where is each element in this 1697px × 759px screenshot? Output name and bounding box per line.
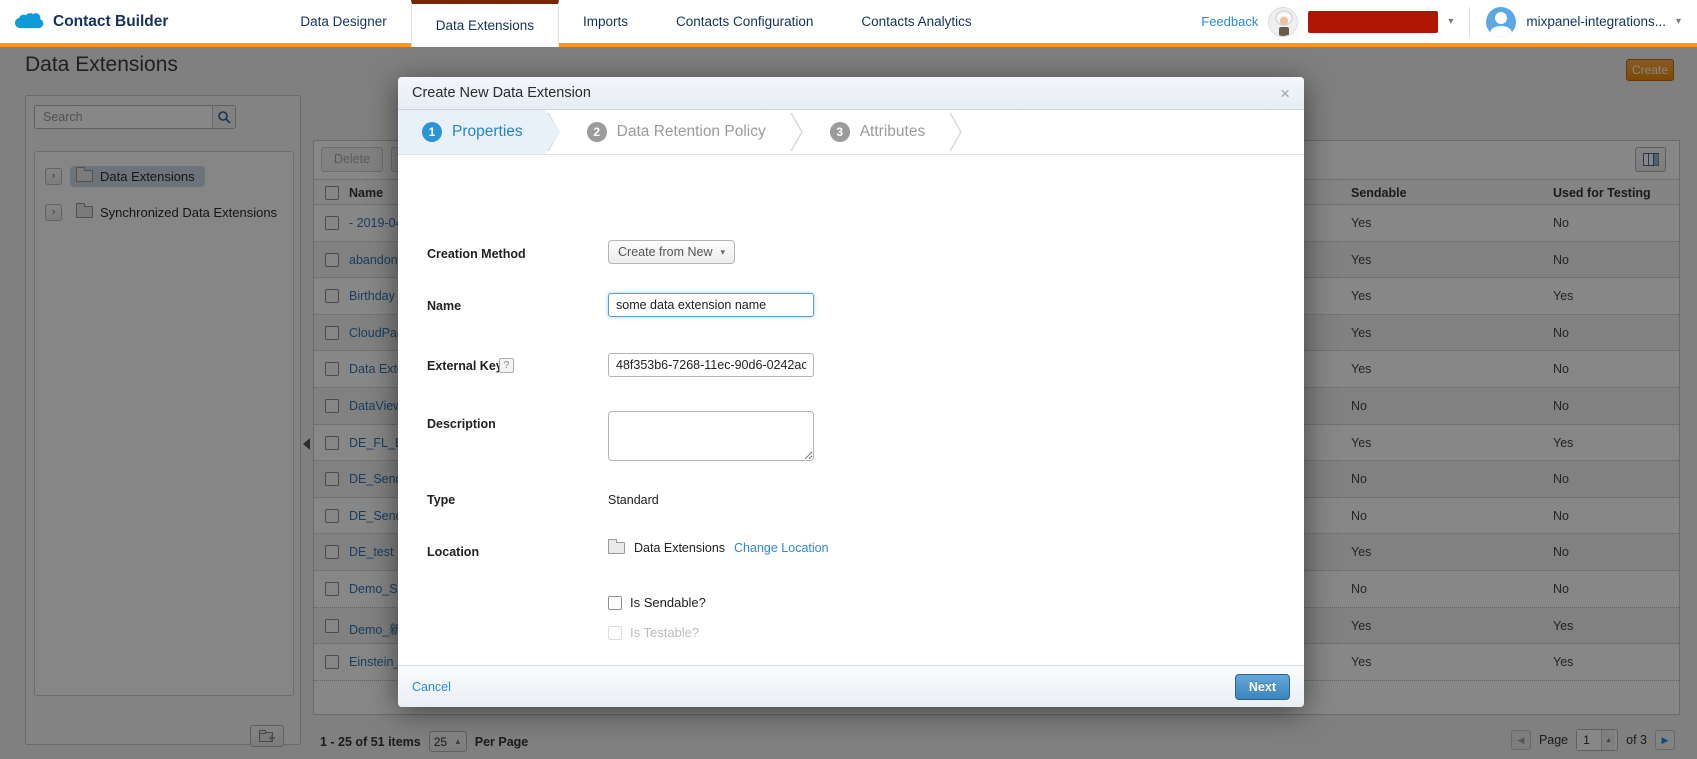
is-testable-label: Is Testable? bbox=[630, 625, 699, 640]
nav-tabs: Data Designer Data Extensions Imports Co… bbox=[276, 0, 995, 43]
account-name[interactable]: mixpanel-integrations... bbox=[1526, 14, 1666, 29]
nav-tab-label: Contacts Analytics bbox=[861, 14, 971, 29]
step-label: Attributes bbox=[860, 123, 925, 141]
folder-icon bbox=[608, 542, 625, 554]
brand: Contact Builder bbox=[0, 0, 186, 43]
name-label: Name bbox=[427, 299, 461, 313]
external-key-input[interactable] bbox=[608, 353, 814, 377]
is-sendable-checkbox[interactable] bbox=[608, 596, 622, 610]
location-label: Location bbox=[427, 545, 479, 559]
nav-tab[interactable]: Contacts Configuration bbox=[652, 0, 837, 43]
description-label: Description bbox=[427, 417, 496, 431]
cancel-link[interactable]: Cancel bbox=[412, 680, 451, 694]
einstein-avatar[interactable] bbox=[1268, 7, 1298, 37]
type-label: Type bbox=[427, 493, 455, 507]
nav-tab[interactable]: Data Designer bbox=[276, 0, 410, 43]
nav-tab-label: Imports bbox=[583, 14, 628, 29]
salesforce-cloud-logo-icon bbox=[14, 12, 44, 32]
app-canvas: Contact Builder Data Designer Data Exten… bbox=[0, 0, 1697, 759]
step-label: Data Retention Policy bbox=[617, 123, 766, 141]
step-chevron-icon bbox=[947, 110, 965, 154]
chevron-down-icon[interactable]: ▾ bbox=[1448, 16, 1453, 27]
modal-header: Create New Data Extension × bbox=[398, 77, 1304, 110]
modal-body: Creation Method Create from New ▾ Name E… bbox=[398, 155, 1304, 665]
top-nav: Contact Builder Data Designer Data Exten… bbox=[0, 0, 1697, 47]
nav-divider bbox=[1469, 7, 1470, 37]
nav-tab[interactable]: Imports bbox=[559, 0, 652, 43]
app-title: Contact Builder bbox=[53, 13, 168, 31]
is-testable-checkbox bbox=[608, 626, 622, 640]
type-value: Standard bbox=[608, 493, 659, 507]
description-textarea[interactable] bbox=[608, 411, 814, 461]
step-data-retention-policy[interactable]: 2 Data Retention Policy bbox=[563, 110, 788, 154]
creation-method-value: Create from New bbox=[618, 245, 712, 259]
modal-title: Create New Data Extension bbox=[412, 85, 591, 101]
creation-method-label: Creation Method bbox=[427, 247, 526, 261]
modal-footer: Cancel Next bbox=[398, 665, 1304, 707]
nav-tab-label: Data Extensions bbox=[436, 18, 534, 33]
nav-tab-label: Data Designer bbox=[300, 14, 386, 29]
feedback-link[interactable]: Feedback bbox=[1201, 14, 1258, 29]
wizard-steps: 1 Properties 2 Data Retention Policy 3 A… bbox=[398, 110, 1304, 155]
nav-tab[interactable]: Data Extensions bbox=[411, 0, 559, 47]
creation-method-dropdown[interactable]: Create from New ▾ bbox=[608, 240, 735, 264]
location-value: Data Extensions bbox=[634, 541, 725, 555]
einstein-avatar-icon bbox=[1269, 8, 1298, 37]
step-number: 1 bbox=[422, 122, 442, 142]
redacted-account-block[interactable] bbox=[1308, 11, 1438, 33]
nav-right: Feedback ▾ mixpanel-integrations... ▾ bbox=[1201, 0, 1697, 43]
nav-tab-label: Contacts Configuration bbox=[676, 14, 813, 29]
user-avatar-icon[interactable] bbox=[1486, 7, 1516, 37]
external-key-label: External Key bbox=[427, 359, 503, 373]
step-properties[interactable]: 1 Properties bbox=[398, 110, 545, 154]
close-icon[interactable]: × bbox=[1280, 85, 1290, 102]
create-data-extension-modal: Create New Data Extension × 1 Properties… bbox=[398, 77, 1304, 707]
step-attributes[interactable]: 3 Attributes bbox=[806, 110, 947, 154]
account-chevron-down-icon[interactable]: ▾ bbox=[1676, 16, 1681, 27]
next-button[interactable]: Next bbox=[1235, 674, 1290, 700]
step-number: 3 bbox=[830, 122, 850, 142]
help-icon[interactable]: ? bbox=[499, 358, 514, 373]
step-number: 2 bbox=[587, 122, 607, 142]
change-location-link[interactable]: Change Location bbox=[734, 541, 829, 555]
name-input[interactable] bbox=[608, 293, 814, 317]
is-sendable-label: Is Sendable? bbox=[630, 595, 706, 610]
chevron-down-icon: ▾ bbox=[720, 247, 725, 258]
step-label: Properties bbox=[452, 123, 523, 141]
step-chevron-icon bbox=[788, 110, 806, 154]
nav-tab[interactable]: Contacts Analytics bbox=[837, 0, 995, 43]
